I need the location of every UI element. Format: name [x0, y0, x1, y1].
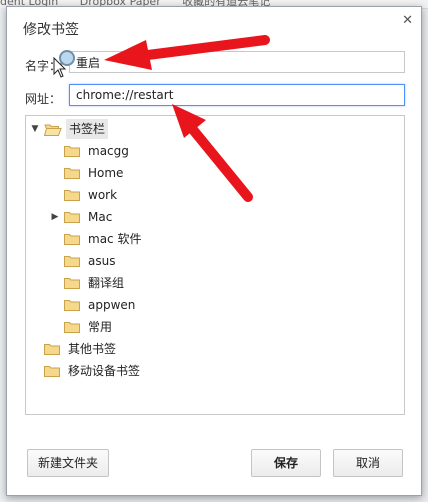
bg-bookmark-3: 收藏的有道云笔记	[182, 0, 271, 8]
tree-item-label: 翻译组	[88, 276, 125, 290]
folder-icon	[64, 211, 80, 223]
tree-item-label: mac 软件	[88, 232, 142, 246]
edit-bookmark-dialog: 修改书签 ✕ 名字： 网址： ▼ 书签栏 macgg Home work ▶	[6, 6, 422, 496]
tree-item-label: 常用	[88, 320, 113, 334]
tree-item-label: 书签栏	[66, 119, 109, 139]
tree-item-label: appwen	[88, 298, 136, 312]
folder-icon	[64, 233, 80, 245]
bg-bookmark-1: dent Login	[0, 0, 59, 8]
tree-item-other-bookmarks[interactable]: 其他书签	[26, 339, 402, 359]
tree-item-label: asus	[88, 254, 116, 268]
cancel-button[interactable]: 取消	[333, 449, 403, 477]
folder-icon	[44, 365, 60, 377]
tree-item-folder[interactable]: ▶ Mac	[26, 207, 402, 227]
folder-icon	[64, 255, 80, 267]
save-button[interactable]: 保存	[251, 449, 321, 477]
folder-icon	[64, 167, 80, 179]
folder-icon	[64, 145, 80, 157]
url-input[interactable]	[69, 84, 405, 106]
folder-icon	[64, 299, 80, 311]
tree-item-folder[interactable]: 常用	[26, 317, 402, 337]
folder-icon	[44, 343, 60, 355]
new-folder-button[interactable]: 新建文件夹	[27, 449, 109, 477]
folder-icon	[64, 321, 80, 333]
tree-item-folder[interactable]: macgg	[26, 141, 402, 161]
bg-bookmark-2: Dropbox Paper	[79, 0, 161, 8]
tree-item-folder[interactable]: 翻译组	[26, 273, 402, 293]
name-input[interactable]	[69, 51, 405, 73]
tree-item-label: Home	[88, 166, 124, 180]
tree-item-bookmarks-bar[interactable]: ▼ 书签栏	[26, 119, 402, 139]
tree-item-mobile-bookmarks[interactable]: 移动设备书签	[26, 361, 402, 381]
tree-item-label: 移动设备书签	[68, 364, 141, 378]
tree-item-label: 其他书签	[68, 342, 117, 356]
folder-open-icon	[44, 123, 62, 136]
tree-item-label: Mac	[88, 210, 113, 224]
tree-item-folder[interactable]: asus	[26, 251, 402, 271]
url-label: 网址：	[25, 92, 62, 106]
tree-item-folder[interactable]: appwen	[26, 295, 402, 315]
tree-item-label: macgg	[88, 144, 129, 158]
tree-item-folder[interactable]: work	[26, 185, 402, 205]
folder-icon	[64, 189, 80, 201]
tree-item-folder[interactable]: Home	[26, 163, 402, 183]
expand-right-icon[interactable]: ▶	[50, 207, 60, 227]
close-icon[interactable]: ✕	[402, 13, 413, 28]
name-label: 名字：	[25, 59, 62, 73]
bookmark-folder-tree[interactable]: ▼ 书签栏 macgg Home work ▶ Mac mac 软件 asus …	[25, 115, 405, 415]
tree-item-label: work	[88, 188, 118, 202]
tree-item-folder[interactable]: mac 软件	[26, 229, 402, 249]
expand-down-icon[interactable]: ▼	[30, 119, 40, 139]
dialog-title: 修改书签	[23, 22, 79, 38]
folder-icon	[64, 277, 80, 289]
